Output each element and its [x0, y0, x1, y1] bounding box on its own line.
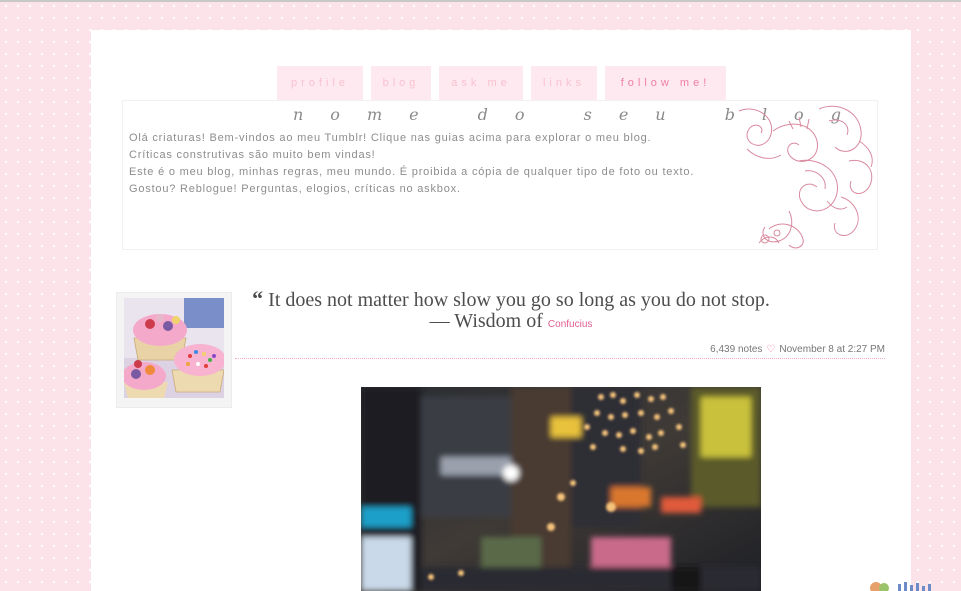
post-date[interactable]: November 8 at 2:27 PM	[779, 344, 885, 355]
tab-links[interactable]: links	[531, 66, 597, 100]
description-line: Gostou? Reblogue! Perguntas, elogios, cr…	[129, 183, 461, 195]
quote-source: — Wisdom of Confucius	[241, 311, 781, 335]
blog-description: Olá criaturas! Bem-vindos ao meu Tumblr!…	[129, 130, 729, 198]
description-line: Este é o meu blog, minhas regras, meu mu…	[129, 166, 695, 178]
heart-icon[interactable]: ♡	[766, 344, 775, 355]
quote-text: It does not matter how slow you go so lo…	[268, 289, 770, 311]
post-meta: 6,439 notes ♡ November 8 at 2:27 PM	[235, 344, 885, 359]
nav-tabs: profile blog ask me links follow me!	[277, 66, 726, 100]
description-line: Críticas construtivas são muito bem vind…	[129, 149, 376, 161]
blog-header: nome do seu blog Olá criaturas! Bem-vind…	[122, 100, 878, 250]
notes-count[interactable]: 6,439 notes	[710, 344, 762, 355]
tab-profile[interactable]: profile	[277, 66, 363, 100]
floral-ornament-image	[738, 105, 873, 249]
cupcakes-avatar-image[interactable]	[124, 298, 224, 398]
quote-mark: “	[252, 286, 264, 311]
quote-post: “ It does not matter how slow you go so …	[241, 288, 781, 335]
blog-page: profile blog ask me links follow me! nom…	[91, 30, 911, 591]
tab-follow-me[interactable]: follow me!	[605, 66, 726, 100]
source-link[interactable]: Confucius	[548, 319, 592, 330]
tab-blog[interactable]: blog	[371, 66, 431, 100]
city-lights-photo[interactable]	[361, 387, 761, 591]
blog-title: nome do seu blog	[293, 105, 868, 124]
tab-ask-me[interactable]: ask me	[439, 66, 523, 100]
window-top-border	[0, 0, 961, 2]
corner-logo-icon	[870, 582, 931, 591]
avatar-frame	[116, 292, 232, 408]
description-line: Olá criaturas! Bem-vindos ao meu Tumblr!…	[129, 132, 652, 144]
quote-text-line: “ It does not matter how slow you go so …	[241, 286, 781, 312]
quote-source-prefix: — Wisdom of	[429, 310, 543, 332]
